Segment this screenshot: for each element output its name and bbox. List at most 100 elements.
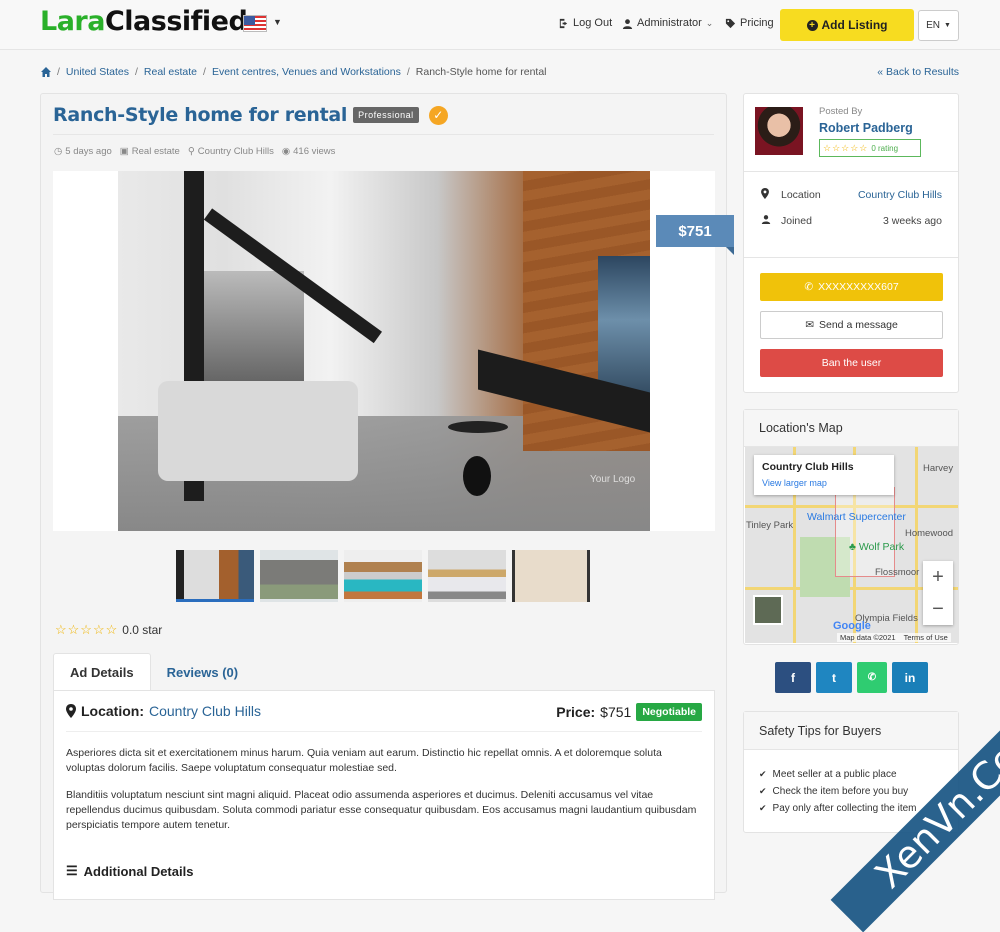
safety-tips-list: Meet seller at a public place Check the … <box>759 766 917 817</box>
location-link[interactable]: Country Club Hills <box>149 703 261 719</box>
verified-check-icon: ✓ <box>428 105 448 125</box>
photo-gallery: Your Logo $751 <box>53 171 734 531</box>
eye-icon: ◉ <box>281 146 291 157</box>
thumbnail[interactable] <box>512 550 590 602</box>
breadcrumb-link-subcategory[interactable]: Event centres, Venues and Workstations <box>212 66 401 78</box>
location-line: Location: Country Club Hills <box>66 703 261 719</box>
map-marker-icon <box>761 188 781 202</box>
breadcrumb-link-category[interactable]: Real estate <box>144 66 197 78</box>
map-zoom-controls: + − <box>923 561 953 625</box>
seller-card: Posted By Robert Padberg ☆☆☆☆☆ 0 rating … <box>743 93 959 393</box>
zoom-out-button[interactable]: − <box>923 593 953 625</box>
thumbnail[interactable] <box>260 550 338 602</box>
phone-icon: ✆ <box>804 281 814 293</box>
seller-avatar[interactable] <box>755 107 803 155</box>
park-marker: ♣ Wolf Park <box>849 541 905 553</box>
linkedin-share-button[interactable]: in <box>892 662 928 693</box>
linkedin-icon: in <box>904 670 916 685</box>
thumbnail[interactable] <box>176 550 254 602</box>
logout-link[interactable]: Log Out <box>558 17 612 29</box>
main-listing-photo[interactable]: Your Logo <box>118 171 650 531</box>
show-phone-button[interactable]: ✆ XXXXXXXXX607 <box>760 273 943 301</box>
price-line: Price: $751 Negotiable <box>556 703 702 721</box>
seller-location-link[interactable]: Country Club Hills <box>858 189 942 201</box>
envelope-open-icon: ✉ <box>805 319 814 331</box>
safety-tips-title: Safety Tips for Buyers <box>744 712 958 750</box>
listing-description: Asperiores dicta sit et exercitationem m… <box>66 747 697 831</box>
twitter-share-button[interactable]: t <box>816 662 852 693</box>
seller-rating[interactable]: ☆☆☆☆☆ 0 rating <box>819 139 921 157</box>
sign-out-icon <box>559 18 568 28</box>
google-map[interactable]: Harvey Walmart Supercenter Tinley Park H… <box>745 447 958 643</box>
divider <box>53 134 714 135</box>
list-item: Meet seller at a public place <box>759 766 917 783</box>
caret-down-icon[interactable]: ▼ <box>273 17 282 27</box>
map-info-popup: Country Club Hills View larger map <box>754 455 894 495</box>
list-item: Check the item before you buy <box>759 783 917 800</box>
star-rating-icons: ☆☆☆☆☆ <box>823 142 869 153</box>
tab-ad-details[interactable]: Ad Details <box>53 653 151 691</box>
professional-badge: Professional <box>353 107 419 123</box>
terms-of-use-link[interactable]: Terms of Use <box>904 633 948 642</box>
pricing-link[interactable]: Pricing <box>725 17 774 29</box>
tags-icon <box>725 18 736 28</box>
view-larger-map-link[interactable]: View larger map <box>762 478 827 488</box>
price-tag: $751 <box>656 215 734 255</box>
account-dropdown[interactable]: Administrator ⌄ <box>622 17 713 29</box>
map-marker-icon <box>66 704 76 718</box>
clock-icon: ◷ <box>54 146 63 157</box>
satellite-toggle[interactable] <box>753 595 783 625</box>
location-map-card: Location's Map Harvey Walmart Supercente… <box>743 409 959 645</box>
facebook-icon: f <box>791 670 795 685</box>
zoom-in-button[interactable]: + <box>923 561 953 593</box>
send-message-button[interactable]: ✉ Send a message <box>760 311 943 339</box>
thumbnail-strip <box>176 550 590 602</box>
seller-name-link[interactable]: Robert Padberg <box>819 121 913 135</box>
double-chevron-left-icon: « <box>877 66 884 78</box>
photo-watermark: Your Logo <box>590 474 636 485</box>
user-icon <box>761 214 781 227</box>
divider <box>66 731 702 732</box>
home-icon[interactable] <box>41 67 51 77</box>
whatsapp-share-button[interactable]: ✆ <box>857 662 887 693</box>
star-rating-icons[interactable]: ☆☆☆☆☆ <box>55 622 118 638</box>
list-icon: ☰ <box>66 863 78 878</box>
breadcrumb: / United States / Real estate / Event ce… <box>41 66 547 78</box>
thumbnail[interactable] <box>344 550 422 602</box>
whatsapp-icon: ✆ <box>867 672 877 683</box>
folder-icon: ▣ <box>119 146 129 157</box>
map-marker-icon: ⚲ <box>187 146 195 157</box>
list-item: Pay only after collecting the item <box>759 800 917 817</box>
tab-reviews[interactable]: Reviews (0) <box>151 653 255 691</box>
listing-rating: ☆☆☆☆☆ 0.0 star <box>55 622 163 638</box>
map-attribution: Map data ©2021 Terms of Use <box>837 633 951 642</box>
plus-circle-icon: + <box>806 19 818 31</box>
posted-by-label: Posted By <box>819 106 863 117</box>
price-value: $751 <box>600 704 632 720</box>
breadcrumb-link-country[interactable]: United States <box>66 66 129 78</box>
listing-panel: Ranch-Style home for rental Professional… <box>40 93 734 900</box>
ban-user-button[interactable]: Ban the user <box>760 349 943 377</box>
caret-down-icon: ▼ <box>943 22 951 29</box>
us-flag-icon[interactable] <box>243 15 267 32</box>
language-dropdown[interactable]: EN ▼ <box>918 10 959 41</box>
top-navbar: LaraClassified ▼ Log Out Administrator ⌄… <box>0 0 1000 50</box>
chevron-down-icon: ⌄ <box>705 17 714 28</box>
listing-meta: ◷ 5 days ago ▣ Real estate ⚲ Country Club H… <box>54 146 336 157</box>
negotiable-badge: Negotiable <box>636 703 702 721</box>
user-icon <box>622 18 633 29</box>
thumbnail[interactable] <box>428 550 506 602</box>
divider <box>744 171 958 172</box>
share-buttons: f t ✆ in <box>775 662 928 693</box>
add-listing-button[interactable]: + Add Listing <box>780 9 914 41</box>
facebook-share-button[interactable]: f <box>775 662 811 693</box>
listing-title: Ranch-Style home for rental Professional… <box>53 104 448 126</box>
map-card-title: Location's Map <box>744 410 958 447</box>
site-logo[interactable]: LaraClassified <box>40 6 248 37</box>
seller-joined-row: Joined 3 weeks ago <box>761 214 942 227</box>
back-to-results-link[interactable]: « Back to Results <box>877 66 959 78</box>
details-tabs: Ad Details Reviews (0) <box>53 653 254 691</box>
divider <box>744 257 958 258</box>
breadcrumb-current: Ranch-Style home for rental <box>415 66 547 78</box>
google-logo: Google <box>833 620 871 632</box>
